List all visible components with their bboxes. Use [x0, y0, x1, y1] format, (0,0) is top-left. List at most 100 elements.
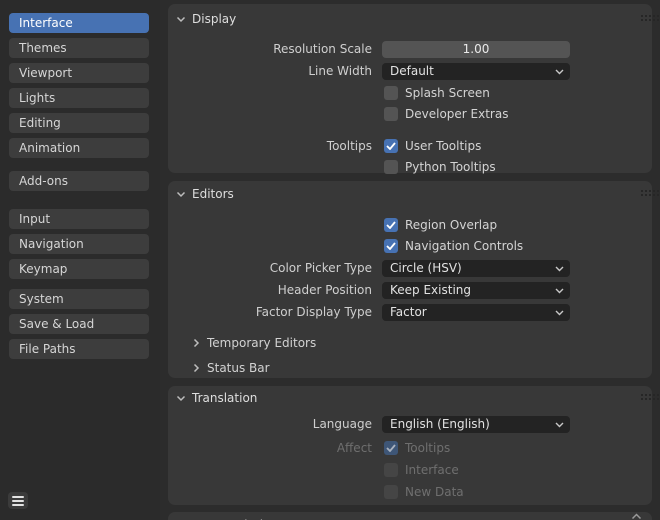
splash-screen-row: Splash Screen [384, 86, 490, 100]
header-position-select[interactable]: Keep Existing [382, 282, 570, 299]
sidebar-item-viewport[interactable]: Viewport [9, 63, 149, 83]
chevron-up-icon [631, 513, 642, 520]
sidebar-item-label: Editing [19, 116, 61, 130]
region-overlap-label: Region Overlap [405, 218, 497, 232]
chevron-down-icon [555, 69, 564, 75]
user-tooltips-row: User Tooltips [384, 139, 481, 153]
language-select[interactable]: English (English) [382, 416, 570, 433]
sidebar-item-system[interactable]: System [9, 289, 149, 309]
hamburger-icon [12, 496, 24, 506]
factor-display-type-row: Factor Display Type Factor [168, 304, 652, 321]
developer-extras-checkbox[interactable] [384, 107, 398, 121]
color-picker-type-row: Color Picker Type Circle (HSV) [168, 260, 652, 277]
chevron-down-icon [176, 191, 186, 198]
color-picker-type-label: Color Picker Type [168, 260, 372, 277]
chevron-right-icon [193, 338, 200, 348]
sidebar-item-label: Save & Load [19, 317, 94, 331]
line-width-value: Default [390, 64, 434, 78]
sidebar-item-animation[interactable]: Animation [9, 138, 149, 158]
sidebar-item-input[interactable]: Input [9, 209, 149, 229]
line-width-select[interactable]: Default [382, 63, 570, 80]
affect-interface-checkbox[interactable] [384, 463, 398, 477]
affect-label: Affect [168, 441, 372, 455]
affect-tooltips-checkbox[interactable] [384, 441, 398, 455]
color-picker-type-value: Circle (HSV) [390, 261, 462, 275]
sidebar-item-navigation[interactable]: Navigation [9, 234, 149, 254]
sidebar-item-editing[interactable]: Editing [9, 113, 149, 133]
user-tooltips-checkbox[interactable] [384, 139, 398, 153]
affect-interface-label: Interface [405, 463, 459, 477]
header-position-label: Header Position [168, 282, 372, 299]
translation-panel: Translation Language English (English) A… [168, 386, 652, 505]
sidebar-item-keymap[interactable]: Keymap [9, 259, 149, 279]
sidebar-item-lights[interactable]: Lights [9, 88, 149, 108]
panel-drag-grip-icon[interactable] [641, 190, 643, 192]
sidebar-item-label: Viewport [19, 66, 72, 80]
subpanel-title: Temporary Editors [207, 336, 316, 350]
chevron-down-icon [176, 16, 186, 23]
panel-title: Translation [192, 391, 257, 405]
chevron-down-icon [555, 266, 564, 272]
color-picker-type-select[interactable]: Circle (HSV) [382, 260, 570, 277]
region-overlap-row: Region Overlap [384, 218, 497, 232]
panel-drag-grip-icon[interactable] [641, 394, 643, 396]
factor-display-type-select[interactable]: Factor [382, 304, 570, 321]
resolution-scale-row: Resolution Scale 1.00 [168, 41, 652, 58]
status-bar-subpanel-header[interactable]: Status Bar [193, 360, 270, 376]
navigation-controls-checkbox[interactable] [384, 239, 398, 253]
chevron-down-icon [555, 288, 564, 294]
panel-title: Editors [192, 187, 234, 201]
affect-new-data-row: New Data [384, 485, 464, 499]
resolution-scale-field[interactable]: 1.00 [382, 41, 570, 58]
translation-panel-header[interactable]: Translation [176, 389, 257, 407]
affect-tooltips-label: Tooltips [405, 441, 450, 455]
editors-panel-header[interactable]: Editors [176, 185, 234, 203]
check-icon [386, 142, 396, 150]
affect-interface-row: Interface [384, 463, 459, 477]
python-tooltips-checkbox[interactable] [384, 160, 398, 174]
affect-new-data-label: New Data [405, 485, 464, 499]
sidebar-item-label: Lights [19, 91, 55, 105]
tooltips-label: Tooltips [168, 139, 372, 153]
sidebar-item-save-load[interactable]: Save & Load [9, 314, 149, 334]
factor-display-type-value: Factor [390, 305, 427, 319]
navigation-controls-row: Navigation Controls [384, 239, 523, 253]
sidebar-item-label: Animation [19, 141, 80, 155]
preferences-nav-sidebar: Interface Themes Viewport Lights Editing… [0, 0, 160, 520]
resolution-scale-label: Resolution Scale [168, 41, 372, 58]
check-icon [386, 444, 396, 452]
python-tooltips-label: Python Tooltips [405, 160, 496, 174]
region-overlap-checkbox[interactable] [384, 218, 398, 232]
language-row: Language English (English) [168, 416, 652, 433]
sidebar-item-file-paths[interactable]: File Paths [9, 339, 149, 359]
preferences-menu-button[interactable] [8, 492, 28, 509]
check-icon [386, 242, 396, 250]
python-tooltips-row: Python Tooltips [384, 160, 496, 174]
affect-tooltips-row: Tooltips [384, 441, 450, 455]
sidebar-item-interface[interactable]: Interface [9, 13, 149, 33]
chevron-down-icon [176, 395, 186, 402]
sidebar-item-themes[interactable]: Themes [9, 38, 149, 58]
sidebar-item-label: Keymap [19, 262, 67, 276]
splash-screen-checkbox[interactable] [384, 86, 398, 100]
sidebar-item-addons[interactable]: Add-ons [9, 171, 149, 191]
sidebar-item-label: File Paths [19, 342, 76, 356]
temporary-editors-subpanel-header[interactable]: Temporary Editors [193, 335, 316, 351]
panel-title: Display [192, 12, 236, 26]
splash-screen-label: Splash Screen [405, 86, 490, 100]
language-value: English (English) [390, 417, 490, 431]
line-width-label: Line Width [168, 63, 372, 80]
editors-panel: Editors Region Overlap Navigation Contro… [168, 181, 652, 378]
chevron-down-icon [555, 422, 564, 428]
sidebar-item-label: Navigation [19, 237, 84, 251]
display-panel: Display Resolution Scale 1.00 Line Width… [168, 4, 652, 173]
navigation-controls-label: Navigation Controls [405, 239, 523, 253]
text-rendering-panel-partial[interactable]: Text Rendering [168, 512, 652, 520]
header-position-value: Keep Existing [390, 283, 471, 297]
affect-new-data-checkbox[interactable] [384, 485, 398, 499]
display-panel-header[interactable]: Display [176, 10, 236, 28]
sidebar-item-label: Input [19, 212, 50, 226]
text-rendering-panel-header[interactable]: Text Rendering [176, 516, 278, 520]
panel-drag-grip-icon[interactable] [641, 15, 643, 17]
sidebar-item-label: Themes [19, 41, 67, 55]
